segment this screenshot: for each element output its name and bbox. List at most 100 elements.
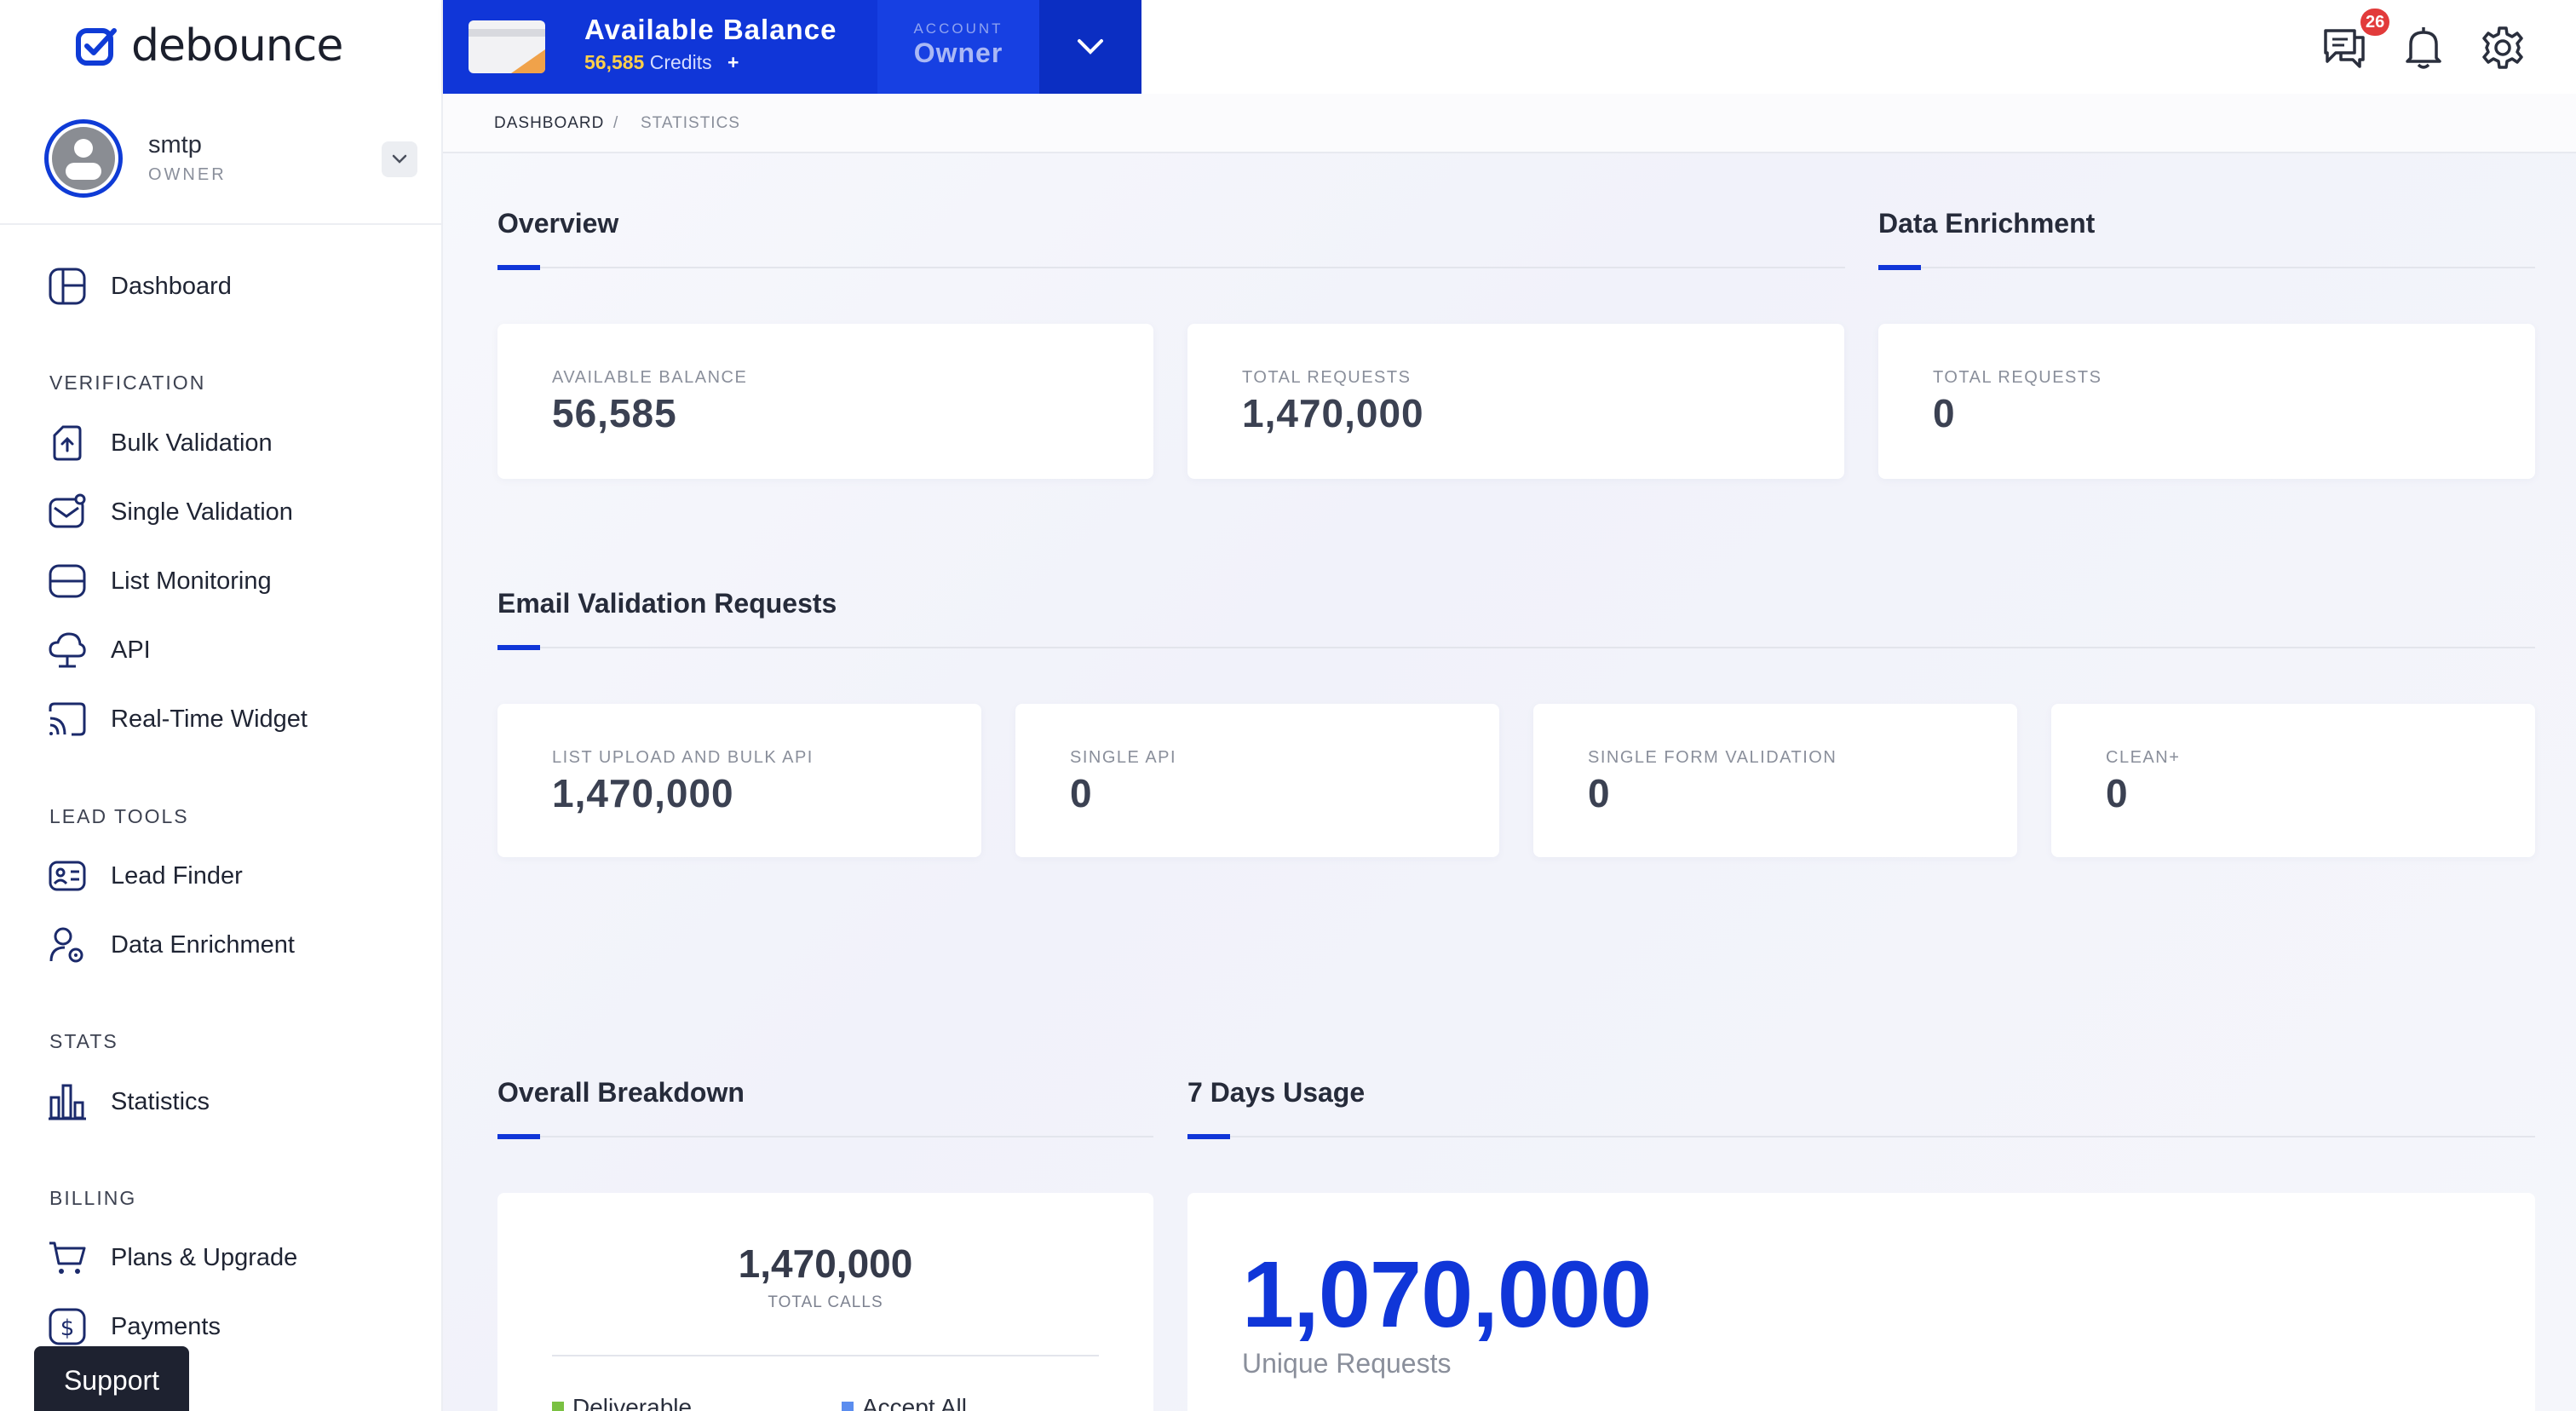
breadcrumb-current: STATISTICS [641,114,740,132]
email-validation-accent [497,645,540,650]
avatar[interactable] [44,119,123,198]
balance-credits: 56,585 Credits + [584,51,739,74]
notification-badge: 26 [2360,9,2390,36]
usage-accent [1187,1134,1230,1139]
breadcrumb-home[interactable]: DASHBOARD [494,114,604,133]
legend-label: Deliverable [572,1394,693,1411]
unique-requests-label: Unique Requests [1242,1348,1452,1379]
id-card-icon [46,855,89,897]
enrichment-requests-card: TOTAL REQUESTS 0 [1878,324,2535,479]
stat-value: 0 [2106,771,2129,815]
sidebar-item-payments[interactable]: $ Payments [46,1304,221,1349]
account-label: ACCOUNT [913,20,1003,37]
sidebar-item-label: Plans & Upgrade [111,1243,298,1271]
sidebar-item-label: Statistics [111,1087,210,1115]
credit-card-icon [469,20,545,78]
single-form-validation-card: SINGLE FORM VALIDATION 0 [1533,704,2017,857]
brand-name: debounce [131,20,343,72]
sidebar-item-label: Lead Finder [111,861,243,890]
user-name: smtp [148,131,202,158]
stat-label: TOTAL REQUESTS [1242,368,1412,387]
sidebar-item-label: Bulk Validation [111,429,273,457]
add-credits-button[interactable]: + [727,51,739,73]
breakdown-card: 1,470,000 TOTAL CALLS Deliverable Accept… [497,1193,1153,1411]
cloud-icon [46,629,89,671]
clean-plus-card: CLEAN+ 0 [2051,704,2535,857]
breakdown-accent [497,1134,540,1139]
dollar-icon: $ [46,1305,89,1348]
section-lead-tools: LEAD TOOLS [49,805,189,827]
sidebar-item-dashboard[interactable]: Dashboard [46,264,232,308]
debounce-check-icon [75,24,119,68]
breakdown-divider-line [552,1355,1099,1356]
top-bar: Available Balance 56,585 Credits + ACCOU… [443,0,2576,94]
legend-deliverable[interactable]: Deliverable [552,1394,692,1411]
breadcrumb-separator: / [613,114,619,132]
brand-logo[interactable]: debounce [75,20,343,72]
account-value: Owner [913,37,1003,68]
bell-icon[interactable] [2402,26,2445,74]
sidebar-item-bulk-validation[interactable]: Bulk Validation [46,421,273,465]
chevron-down-icon [392,154,407,164]
sidebar-item-api[interactable]: API [46,628,151,672]
user-avatar-icon [52,127,115,190]
data-enrichment-accent [1878,265,1921,270]
sidebar-item-label: Single Validation [111,498,293,526]
unique-requests-value: 1,070,000 [1242,1242,1652,1347]
user-settings-icon [46,924,89,966]
mail-check-icon [46,491,89,533]
bar-chart-icon [46,1080,89,1123]
sidebar-item-plans-upgrade[interactable]: Plans & Upgrade [46,1235,297,1280]
legend-accept-all[interactable]: Accept All [842,1394,967,1411]
usage-title: 7 Days Usage [1187,1077,1366,1108]
stat-label: CLEAN+ [2106,748,2181,767]
cart-icon [46,1236,89,1279]
section-billing: BILLING [49,1187,137,1209]
data-enrichment-title: Data Enrichment [1878,208,2096,239]
account-panel: ACCOUNT Owner [877,0,1039,94]
usage-card: 1,070,000 Unique Requests [1187,1193,2535,1411]
section-stats: STATS [49,1030,118,1052]
breakdown-title: Overall Breakdown [497,1077,745,1108]
gear-icon[interactable] [2481,26,2525,74]
sidebar-item-realtime-widget[interactable]: Real-Time Widget [46,697,308,741]
overview-divider [497,267,1845,268]
sidebar-item-statistics[interactable]: Statistics [46,1080,210,1124]
total-calls-value: 1,470,000 [738,1241,913,1286]
stat-value: 56,585 [552,391,677,435]
messages-icon[interactable] [2322,26,2366,72]
sidebar-item-label: Data Enrichment [111,930,295,959]
sidebar-item-label: Dashboard [111,272,232,300]
sidebar-item-list-monitoring[interactable]: List Monitoring [46,559,272,603]
sidebar-item-label: API [111,636,151,664]
support-button[interactable]: Support [34,1346,189,1411]
user-menu-toggle[interactable] [382,141,417,177]
stat-value: 0 [1933,391,1956,435]
sidebar-item-data-enrichment[interactable]: Data Enrichment [46,923,295,967]
stat-value: 1,470,000 [1242,391,1424,435]
stat-label: AVAILABLE BALANCE [552,368,748,387]
legend-swatch [552,1402,564,1411]
stat-label: LIST UPLOAD AND BULK API [552,748,814,767]
credits-unit: Credits [649,51,712,73]
email-validation-title: Email Validation Requests [497,588,837,619]
balance-dropdown-button[interactable] [1039,0,1141,94]
stat-label: TOTAL REQUESTS [1933,368,2102,387]
list-upload-card: LIST UPLOAD AND BULK API 1,470,000 [497,704,981,857]
stat-value: 0 [1588,771,1611,815]
legend-label: Accept All [862,1394,967,1411]
sidebar: debounce smtp OWNER Dashboard VERIFICATI… [0,0,443,1411]
usage-divider [1187,1136,2535,1137]
stat-label: SINGLE FORM VALIDATION [1588,748,1837,767]
overview-title: Overview [497,208,619,239]
monitor-icon [46,560,89,602]
sidebar-item-single-validation[interactable]: Single Validation [46,490,293,534]
credits-value: 56,585 [584,51,645,73]
cast-icon [46,698,89,740]
breakdown-divider [497,1136,1153,1137]
sidebar-item-label: Payments [111,1312,221,1340]
available-balance-card: AVAILABLE BALANCE 56,585 [497,324,1153,479]
upload-file-icon [46,422,89,464]
sidebar-item-lead-finder[interactable]: Lead Finder [46,854,243,898]
stat-value: 1,470,000 [552,771,734,815]
